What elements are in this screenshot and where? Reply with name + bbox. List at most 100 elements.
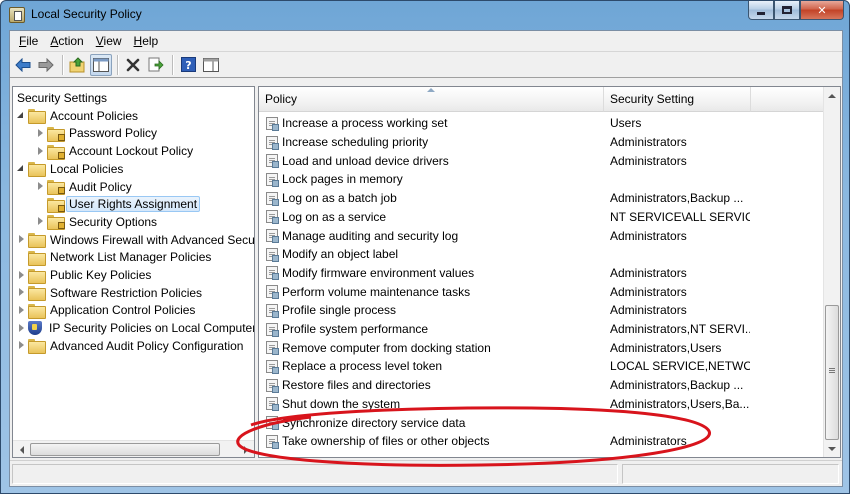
scroll-right-button[interactable] [237, 441, 254, 457]
back-arrow-icon [15, 57, 31, 72]
tree-item[interactable]: Audit Policy [36, 178, 135, 196]
expand-arrow-icon[interactable] [17, 341, 26, 350]
tree-item[interactable]: Security Settings [14, 89, 110, 107]
scroll-left-button[interactable] [13, 441, 30, 457]
close-button[interactable]: ✕ [800, 1, 844, 20]
policy-row[interactable]: Replace a process level token LOCAL SERVI… [259, 357, 824, 376]
policy-icon [266, 303, 279, 318]
minimize-button[interactable] [748, 1, 774, 20]
security-setting-value: Administrators [610, 303, 687, 318]
collapse-arrow-icon[interactable] [17, 111, 26, 120]
tree-item-label: IP Security Policies on Local Computer [49, 321, 255, 336]
menu-accelerator: H [133, 34, 143, 48]
expand-arrow-icon[interactable] [36, 146, 45, 156]
policy-row[interactable]: Log on as a batch job Administrators,Back… [259, 189, 824, 208]
policy-row[interactable]: Modify firmware environment values Admini… [259, 264, 824, 283]
show-hide-tree-button[interactable] [90, 53, 112, 76]
scroll-left-arrow-icon [19, 445, 24, 454]
tree-item[interactable]: Advanced Audit Policy Configuration [17, 337, 246, 355]
security-setting-column-header[interactable]: Security Setting [604, 87, 751, 112]
delete-icon [126, 58, 140, 71]
policy-row[interactable]: Increase scheduling priority Administrato… [259, 133, 824, 152]
policy-row[interactable]: Increase a process working set Users [259, 114, 824, 133]
scroll-up-button[interactable] [824, 87, 840, 104]
tree-item-label: Application Control Policies [50, 303, 196, 318]
expand-arrow-icon[interactable] [36, 217, 45, 226]
folder-icon [28, 268, 46, 284]
back-button[interactable] [12, 54, 34, 76]
vertical-scroll-thumb[interactable] [825, 305, 839, 440]
policy-icon [266, 116, 279, 131]
policy-list[interactable]: Policy Security Setting Increase a proce… [258, 86, 841, 458]
minimize-icon [757, 11, 765, 15]
policy-row[interactable]: Synchronize directory service data [259, 413, 824, 432]
tree-item[interactable]: Account Lockout Policy [36, 142, 196, 160]
policy-column-header[interactable]: Policy [259, 87, 604, 112]
horizontal-scrollbar[interactable] [13, 440, 254, 457]
vertical-scrollbar[interactable] [823, 87, 840, 457]
export-list-button[interactable] [145, 54, 167, 76]
policy-icon [266, 416, 279, 431]
scroll-down-button[interactable] [824, 440, 840, 457]
tree-item[interactable]: Account Policies [17, 107, 141, 125]
tree-item[interactable]: Network List Manager Policies [17, 248, 214, 266]
policy-row[interactable]: Lock pages in memory [259, 170, 824, 189]
menu-help[interactable]: Help [128, 31, 165, 51]
toolbar: ? [10, 51, 842, 78]
lock-icon [58, 133, 65, 141]
policy-row[interactable]: Modify an object label [259, 245, 824, 264]
policy-row[interactable]: Profile system performance Administrators… [259, 320, 824, 339]
console-tree[interactable]: Security Settings Account Policies Passwor… [12, 86, 255, 458]
security-policy-app-icon[interactable] [9, 7, 25, 23]
tree-item[interactable]: Local Policies [17, 160, 126, 178]
policy-row[interactable]: Profile single process Administrators [259, 301, 824, 320]
tree-item[interactable]: Security Options [36, 213, 160, 231]
horizontal-scroll-thumb[interactable] [30, 443, 220, 456]
caption-buttons: ✕ [748, 1, 844, 21]
tree-item[interactable]: Software Restriction Policies [17, 284, 205, 302]
svg-text:?: ? [185, 59, 191, 72]
expand-arrow-icon[interactable] [36, 128, 45, 138]
policy-row[interactable]: Load and unload device drivers Administra… [259, 151, 824, 170]
tree-item-label: Security Settings [17, 91, 108, 105]
title-bar[interactable]: Local Security Policy ✕ [1, 1, 849, 30]
menu-label-rest: iew [103, 34, 122, 48]
expand-arrow-icon[interactable] [36, 182, 45, 191]
up-one-level-button[interactable] [67, 54, 89, 76]
policy-header-label: Policy [265, 92, 298, 106]
policy-row[interactable]: Remove computer from docking station Admi… [259, 338, 824, 357]
policy-row[interactable]: Take ownership of files or other objects… [259, 432, 824, 451]
export-list-icon [148, 57, 164, 72]
show-hide-action-pane-button[interactable] [200, 54, 222, 76]
delete-button[interactable] [122, 54, 144, 76]
policy-name: Take ownership of files or other objects [282, 434, 490, 449]
menu-file[interactable]: File [13, 31, 44, 51]
expand-arrow-icon[interactable] [17, 270, 26, 280]
tree-item[interactable]: IP Security Policies on Local Computer [17, 319, 255, 337]
tree-item[interactable]: User Rights Assignment [36, 195, 201, 213]
tree-item-label: Windows Firewall with Advanced Security [50, 232, 255, 247]
menu-view[interactable]: View [90, 31, 128, 51]
collapse-arrow-icon[interactable] [17, 164, 26, 173]
expand-arrow-icon[interactable] [17, 235, 26, 244]
policy-name: Lock pages in memory [282, 172, 403, 187]
help-button[interactable]: ? [177, 54, 199, 76]
policy-row[interactable]: Perform volume maintenance tasks Administ… [259, 282, 824, 301]
forward-button[interactable] [35, 54, 57, 76]
policy-row[interactable]: Shut down the system Administrators,Users… [259, 395, 824, 414]
maximize-button[interactable] [774, 1, 800, 20]
policy-row[interactable]: Manage auditing and security log Administ… [259, 226, 824, 245]
tree-item[interactable]: Application Control Policies [17, 301, 198, 319]
expand-arrow-icon[interactable] [17, 305, 26, 315]
security-setting-value: Administrators,Backup ... [610, 378, 744, 393]
menu-action[interactable]: Action [44, 31, 89, 51]
tree-item[interactable]: Password Policy [36, 124, 160, 142]
tree-item[interactable]: Windows Firewall with Advanced Security [17, 231, 255, 249]
tree-item[interactable]: Public Key Policies [17, 266, 154, 284]
expand-arrow-icon[interactable] [17, 323, 26, 333]
policy-icon [266, 397, 279, 412]
policy-row[interactable]: Restore files and directories Administrat… [259, 376, 824, 395]
policy-row[interactable]: Log on as a service NT SERVICE\ALL SERVIC… [259, 208, 824, 227]
folder-icon [28, 286, 46, 302]
expand-arrow-icon[interactable] [17, 288, 26, 297]
